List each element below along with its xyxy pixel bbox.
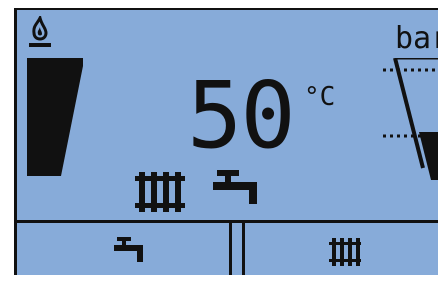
heating-button[interactable] — [242, 223, 438, 275]
tap-icon — [213, 170, 265, 206]
temperature-unit: °C — [304, 82, 336, 112]
tap-icon — [114, 237, 148, 263]
temperature-value: 50 — [187, 62, 296, 169]
flame-icon — [27, 16, 53, 50]
radiator-icon — [329, 237, 361, 267]
boiler-lcd-display: 50 °C bar — [14, 8, 438, 275]
soft-button-row — [17, 220, 438, 275]
radiator-icon — [135, 170, 185, 212]
pressure-unit-label: bar — [395, 21, 438, 56]
pressure-gauge-icon — [383, 58, 438, 182]
hot-water-button[interactable] — [17, 223, 232, 275]
burner-level-icon — [27, 58, 85, 178]
